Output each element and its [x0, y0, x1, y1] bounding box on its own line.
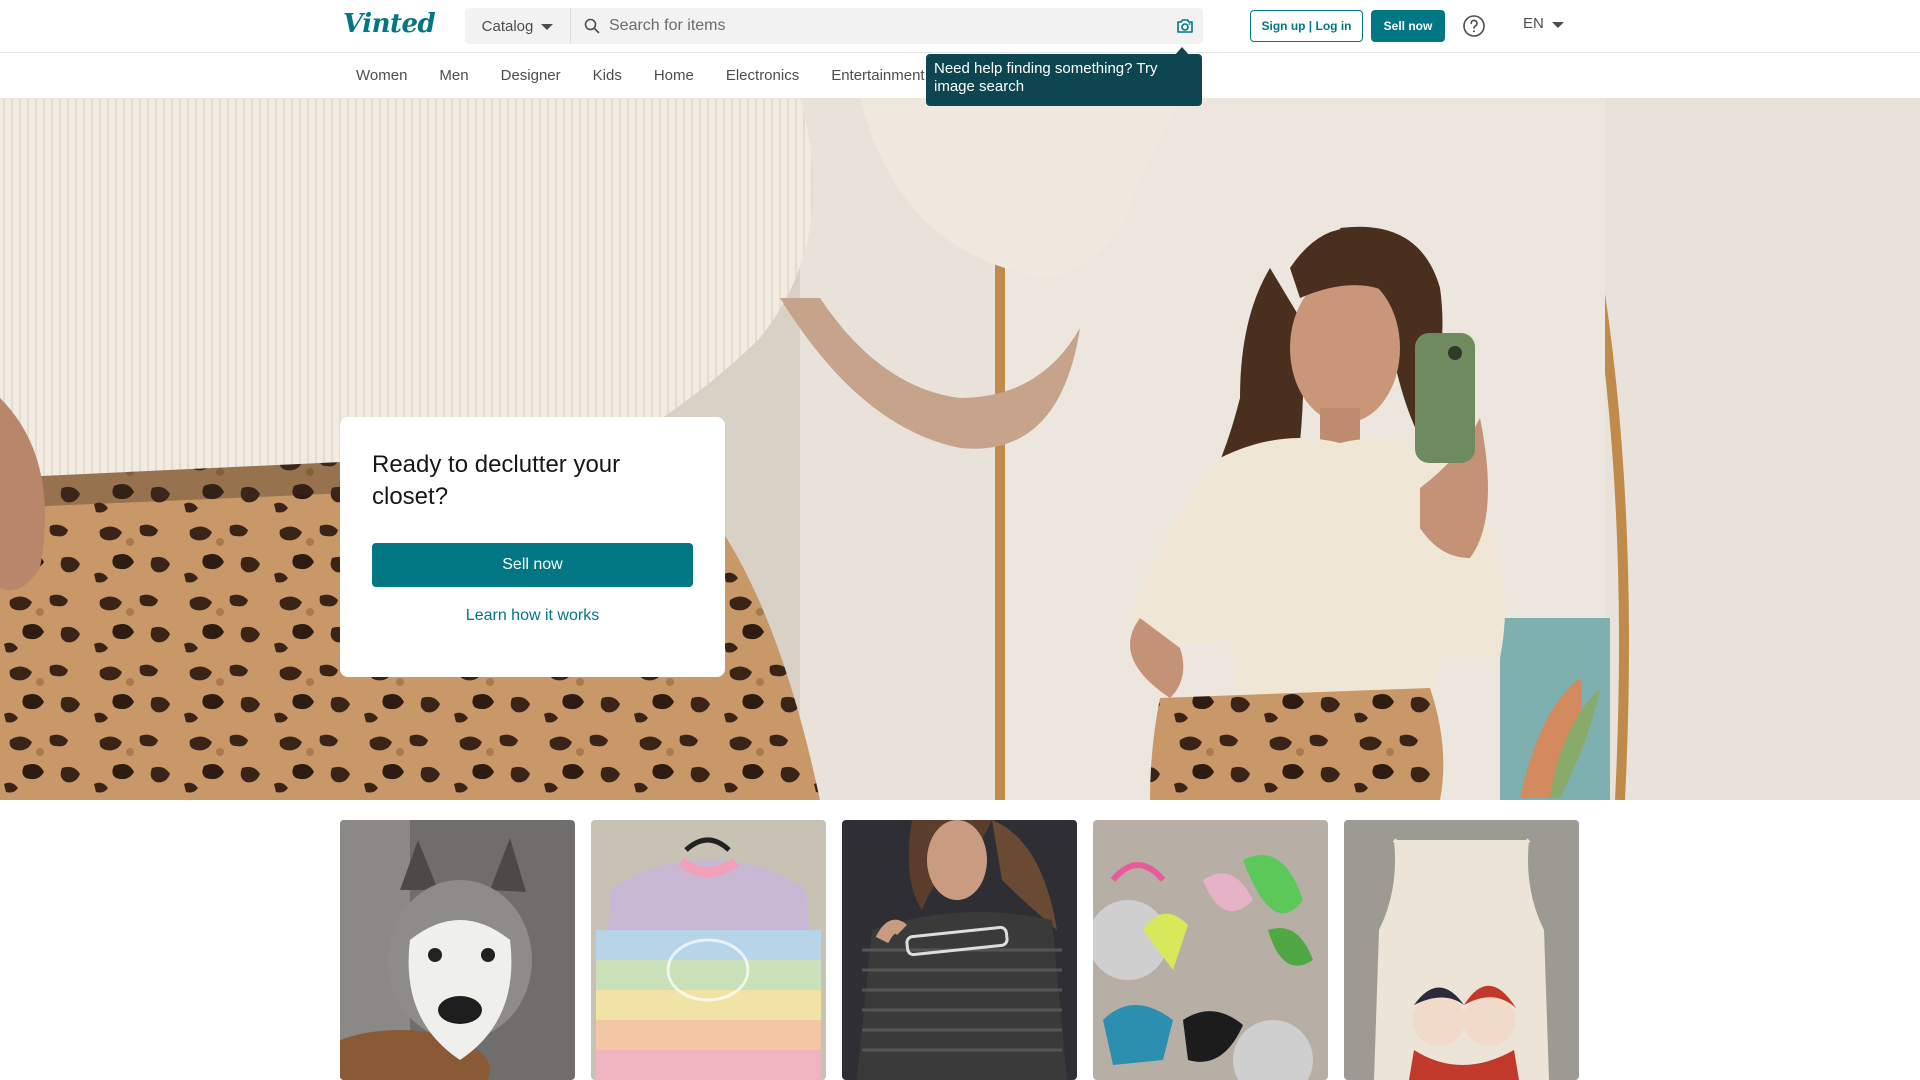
hero-heading: Ready to declutter your closet? [372, 451, 621, 510]
hero-image [0, 98, 1920, 800]
nav-electronics[interactable]: Electronics [710, 67, 815, 84]
sell-now-button[interactable]: Sell now [1371, 10, 1445, 42]
nav-home[interactable]: Home [638, 67, 710, 84]
item-plush-husky[interactable] [340, 820, 575, 1080]
item-photo [1093, 820, 1328, 1080]
chevron-down-icon [541, 24, 554, 30]
help-icon[interactable] [1462, 14, 1486, 38]
item-grid [340, 820, 1580, 1080]
hero-card: Ready to declutter your closet? Sell now… [340, 417, 725, 677]
hero-banner: Ready to declutter your closet? Sell now… [0, 98, 1920, 800]
item-printed-tank[interactable] [1344, 820, 1579, 1080]
signup-login-button[interactable]: Sign up | Log in [1250, 10, 1363, 42]
nav-designer[interactable]: Designer [485, 67, 577, 84]
search-icon [583, 17, 601, 35]
item-pastel-sweater[interactable] [591, 820, 826, 1080]
nav-kids[interactable]: Kids [577, 67, 638, 84]
top-header: Vinted Catalog Sign up | Log in Sell now… [0, 0, 1920, 53]
item-striped-top[interactable] [842, 820, 1077, 1080]
nav-men[interactable]: Men [423, 67, 484, 84]
item-photo [842, 820, 1077, 1080]
item-photo [1344, 820, 1579, 1080]
learn-how-it-works-link[interactable]: Learn how it works [372, 607, 693, 625]
item-photo [340, 820, 575, 1080]
image-search-tooltip: Need help finding something? Try image s… [926, 54, 1202, 106]
chevron-down-icon [1551, 21, 1564, 28]
search-input[interactable] [601, 8, 1167, 44]
item-bikinis[interactable] [1093, 820, 1328, 1080]
item-photo [591, 820, 826, 1080]
camera-icon[interactable] [1167, 8, 1203, 44]
catalog-label: Catalog [481, 17, 534, 35]
nav-women[interactable]: Women [340, 67, 423, 84]
hero-sell-now-button[interactable]: Sell now [372, 543, 693, 587]
language-label: EN [1523, 15, 1544, 32]
nav-entertainment[interactable]: Entertainment [815, 67, 940, 84]
catalog-dropdown[interactable]: Catalog [465, 8, 571, 44]
language-selector[interactable]: EN [1523, 15, 1564, 32]
search-bar: Catalog [465, 8, 1203, 44]
vinted-logo[interactable]: Vinted [343, 9, 436, 39]
